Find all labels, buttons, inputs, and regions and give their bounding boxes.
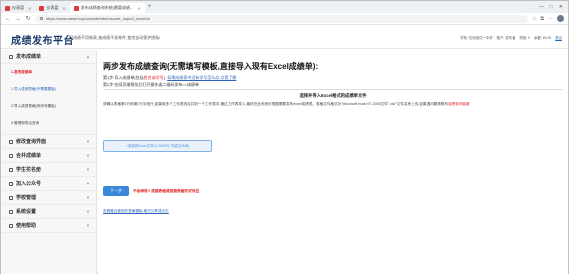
main-content: 两步发布成绩查询(无需填写模板,直接导入现有Excel成绩单): 第1步:导入成…: [98, 50, 568, 274]
wechat-icon: [9, 181, 13, 186]
extensions-icon[interactable]: ⧉: [540, 16, 544, 22]
close-tab-icon[interactable]: ✕: [62, 6, 65, 11]
warning-text: 不会修改!! 成绩表格或成绩表格形式对应: [133, 189, 200, 193]
sidebar-group-help[interactable]: 使用帮助 ▼: [1, 219, 96, 233]
site-logo[interactable]: 成绩发布平台: [11, 32, 74, 47]
users-icon: [9, 167, 13, 172]
toolbar-icons: ☆ ⧉ ⋯: [532, 16, 553, 22]
upload-instructions: 请确认表格第1行和第2行字段行,如果用多个工作表则合并到一个工作表中,通过工作表…: [103, 102, 565, 107]
close-window-button[interactable]: ✕: [559, 4, 563, 10]
sidebar-group-label: 发布成绩单: [16, 54, 42, 60]
document-icon: [9, 54, 13, 59]
sidebar-submenu: 1.发布成绩单 1.导入成绩表格(不需要模板) 2.导入成绩表格(有序号模板) …: [1, 64, 96, 135]
building-icon: [9, 195, 13, 200]
page-title: 两步发布成绩查询(无需填写模板,直接导入现有Excel成绩单):: [103, 62, 319, 71]
address-bar[interactable]: https://www.easst.top/console/info/mscor…: [35, 14, 528, 23]
back-icon[interactable]: ←: [5, 16, 11, 22]
url-text: https://www.easst.top/console/info/mscor…: [46, 16, 150, 21]
close-tab-icon[interactable]: ✕: [137, 6, 140, 11]
section-title: 选择并导入Excel格式的成绩单文件: [299, 93, 367, 98]
lock-icon: [40, 17, 43, 20]
sidebar-group-edit-query[interactable]: 修改查询界面 ▼: [1, 135, 96, 149]
tab-strip: 仪表盘 ✕ 仪表盘 ✕ 发布成绩查询系统(需要成绩... ✕ + — □ ✕: [1, 1, 568, 13]
favicon-icon: [73, 5, 79, 11]
chevron-down-icon: ▼: [86, 153, 90, 158]
chevron-down-icon: ▼: [86, 195, 90, 200]
browser-tab-3[interactable]: 发布成绩查询系统(需要成绩... ✕: [69, 3, 145, 13]
instructions-text: 请确认表格第1行和第2行字段行,如果用多个工作表则合并到一个工作表中,通过工作表…: [103, 102, 449, 106]
favicon-icon: [39, 5, 45, 11]
tab-title: 仪表盘: [12, 5, 24, 10]
browser-window: 仪表盘 ✕ 仪表盘 ✕ 发布成绩查询系统(需要成绩... ✕ + — □ ✕ ←…: [0, 0, 569, 274]
support-link[interactable]: 成绩查询客服: [448, 102, 470, 106]
chevron-down-icon: ▼: [86, 181, 90, 186]
favicon-icon: [5, 5, 10, 11]
file-upload-button[interactable]: +请选择Excel文件(1-2000行,不超过5MB): [103, 140, 212, 152]
menu-icon[interactable]: ⋯: [548, 16, 553, 22]
window-controls: — □ ✕: [539, 4, 568, 10]
site-header: 成绩发布平台 可成绩不用制表,查成绩不发邮件,查完自动保护隐私! 学校: 在线测…: [1, 25, 568, 49]
tab-title: 发布成绩查询系统(需要成绩...: [80, 5, 134, 10]
sidebar-group-label: 学校管理: [16, 195, 37, 201]
sidebar-item-import-no-template[interactable]: 1.导入成绩表格(不需要模板): [1, 81, 96, 98]
sidebar-item-publish[interactable]: 1.发布成绩单: [1, 64, 96, 81]
help-icon: [9, 223, 13, 228]
school-label: 学校: 在线测试一中学: [460, 36, 493, 40]
forward-icon[interactable]: →: [15, 16, 21, 22]
edit-icon: [9, 139, 13, 144]
sidebar-group-label: 系统设置: [16, 209, 37, 215]
sidebar-item-import-template[interactable]: 2.导入成绩表格(有序号模板): [1, 98, 96, 115]
sidebar-item-manage-export[interactable]: 3.管理和导出查询: [1, 115, 96, 132]
site-slogan: 可成绩不用制表,查成绩不发邮件,查完自动保护隐私!: [69, 35, 161, 40]
sidebar: 发布成绩单 ▲ 1.发布成绩单 1.导入成绩表格(不需要模板) 2.导入成绩表格…: [1, 50, 97, 274]
chevron-up-icon: ▲: [86, 54, 90, 59]
step-1-highlight: 姓名或学号: [143, 75, 164, 80]
balance-label: 余额: ¥0.00: [534, 36, 552, 40]
logout-link[interactable]: 退出: [555, 35, 562, 40]
refresh-icon[interactable]: ↻: [25, 15, 31, 22]
close-tab-icon[interactable]: ✕: [28, 6, 31, 11]
sidebar-group-label: 修改查询界面: [16, 139, 47, 145]
browser-tab-2[interactable]: 仪表盘 ✕: [35, 3, 69, 13]
user-bar: 学校: 在线测试一中学 账户: 发布者 短信: 0 余额: ¥0.00 退出: [460, 35, 562, 40]
tab-title: 仪表盘: [46, 5, 59, 10]
sidebar-group-merge[interactable]: 合并成绩单 ▼: [1, 149, 96, 163]
no-student-id-help-link[interactable]: 如果成绩表中没有学号怎么办,点我了解: [167, 75, 236, 80]
sidebar-group-settings[interactable]: 系统设置 ▼: [1, 205, 96, 219]
step-1-prefix: 第1步:导入成绩单(包括: [103, 75, 144, 80]
minimize-button[interactable]: —: [539, 4, 544, 10]
step-1-suffix: ),: [163, 75, 167, 80]
sidebar-group-wechat[interactable]: 加入公众号 ▼: [1, 177, 96, 191]
step-1-text: 第1步:导入成绩单(包括姓名或学号), 如果成绩表中没有学号怎么办,点我了解: [103, 75, 236, 81]
next-step-button[interactable]: 下一步: [103, 186, 129, 196]
sidebar-group-label: 使用帮助: [16, 223, 37, 229]
chevron-down-icon: ▼: [86, 167, 90, 172]
step-2-text: 第2步:在网页端预览后打开操作或二维码发布==成绩单: [103, 82, 200, 87]
sidebar-group-publish[interactable]: 发布成绩单 ▲: [1, 50, 96, 64]
chevron-down-icon: ▼: [86, 209, 90, 214]
maximize-button[interactable]: □: [550, 4, 553, 10]
sms-label: 短信: 0: [519, 36, 531, 40]
profile-avatar[interactable]: [557, 15, 564, 22]
divider: [103, 89, 563, 90]
sidebar-group-label: 合并成绩单: [16, 153, 42, 159]
chevron-down-icon: ▼: [86, 139, 90, 144]
gear-icon: [9, 209, 13, 214]
star-icon[interactable]: ☆: [532, 16, 536, 22]
template-help-link[interactable]: 查看最近使用的表格模板,格式分享请点击: [103, 209, 169, 214]
chevron-down-icon: ▼: [86, 223, 90, 228]
new-tab-button[interactable]: +: [145, 4, 155, 10]
sidebar-group-school[interactable]: 学校管理 ▼: [1, 191, 96, 205]
sidebar-group-label: 加入公众号: [16, 181, 42, 187]
browser-tab-1[interactable]: 仪表盘 ✕: [1, 3, 35, 13]
sidebar-group-roster[interactable]: 学生花名册 ▼: [1, 163, 96, 177]
account-label: 账户: 发布者: [496, 36, 516, 40]
address-toolbar: ← → ↻ https://www.easst.top/console/info…: [1, 13, 568, 25]
sidebar-group-label: 学生花名册: [16, 167, 42, 173]
merge-icon: [9, 153, 13, 158]
